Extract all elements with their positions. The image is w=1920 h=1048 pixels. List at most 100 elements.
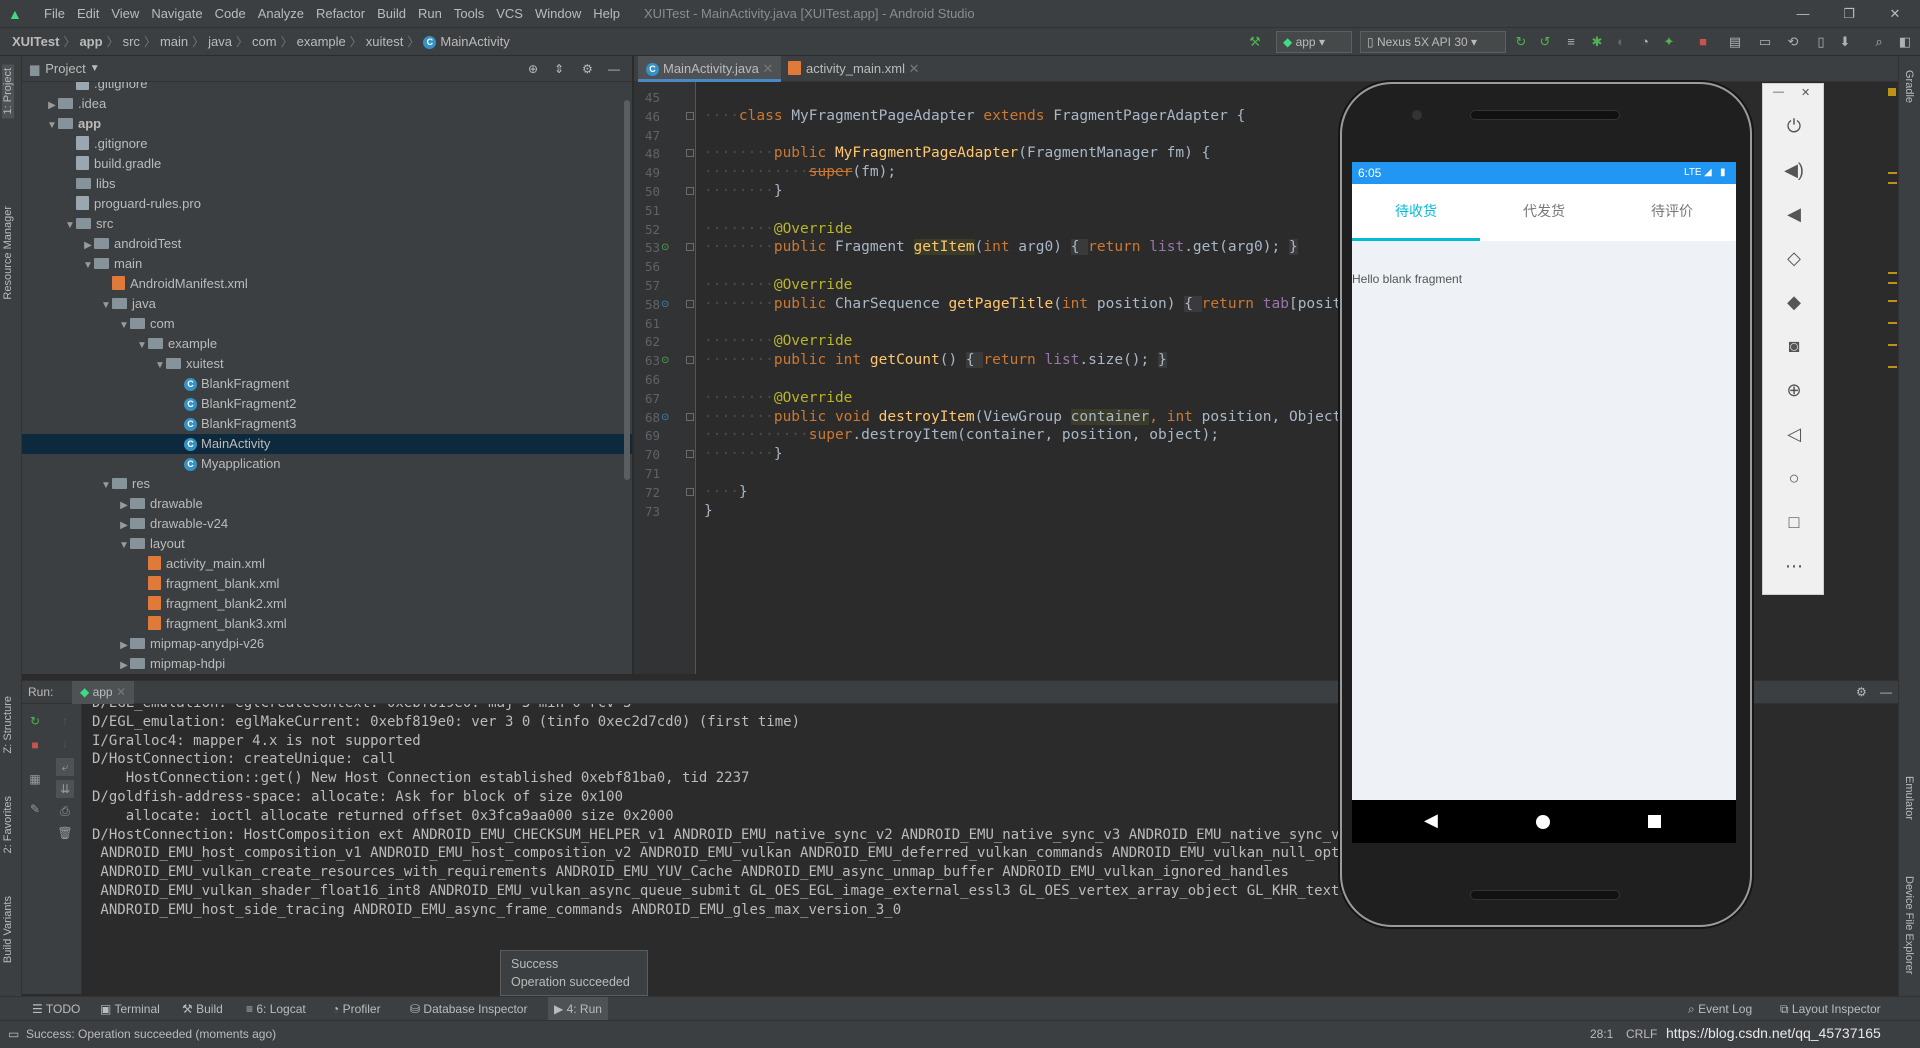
tree-item[interactable]: ▼ src — [22, 214, 632, 234]
tree-item[interactable]: ▼ com — [22, 314, 632, 334]
chevron-down-icon[interactable]: ▼ — [136, 336, 148, 356]
volume-down-icon[interactable]: ◀ — [1778, 198, 1810, 230]
chevron-down-icon[interactable]: ▼ — [100, 296, 112, 316]
close-tab-icon[interactable]: ✕ — [909, 61, 920, 76]
tree-item[interactable]: ▼ res — [22, 474, 632, 494]
home-icon[interactable] — [1536, 815, 1550, 829]
chevron-right-icon[interactable]: ▶ — [118, 516, 130, 536]
apply-changes-icon[interactable]: ↺ — [1536, 33, 1554, 51]
power-icon[interactable]: ⏻ — [1778, 110, 1810, 142]
chevron-down-icon[interactable]: ▼ — [118, 316, 130, 336]
home-icon[interactable]: ○ — [1778, 462, 1810, 494]
tree-item[interactable]: ▶ mipmap-anydpi-v26 — [22, 634, 632, 654]
line-separator[interactable]: CRLF — [1626, 1027, 1657, 1041]
menu-analyze[interactable]: Analyze — [252, 6, 310, 21]
caret-position[interactable]: 28:1 — [1590, 1027, 1613, 1041]
chevron-down-icon[interactable]: ▼ — [100, 476, 112, 496]
menu-refactor[interactable]: Refactor — [310, 6, 371, 21]
tree-item[interactable]: C BlankFragment2 — [22, 394, 632, 414]
chevron-right-icon[interactable]: ▶ — [46, 96, 58, 116]
menu-navigate[interactable]: Navigate — [145, 6, 208, 21]
fold-marker-icon[interactable] — [686, 299, 694, 308]
debug-attach-icon[interactable]: ✦ — [1660, 33, 1678, 51]
back-icon[interactable]: ◀ — [1424, 810, 1438, 831]
apply-code-changes-icon[interactable]: ≡ — [1562, 33, 1580, 51]
back-icon[interactable]: ◁ — [1778, 418, 1810, 450]
tree-item[interactable]: .gitignore — [22, 134, 632, 154]
marker[interactable] — [1888, 322, 1897, 324]
sdk-manager-icon[interactable]: ⬇ — [1836, 33, 1854, 51]
fold-marker-icon[interactable] — [686, 149, 694, 158]
chevron-right-icon[interactable]: ▶ — [82, 236, 94, 256]
screenshot-icon[interactable]: ◙ — [1778, 330, 1810, 362]
gradle-tab[interactable]: Gradle — [1903, 70, 1915, 103]
tree-item[interactable]: libs — [22, 174, 632, 194]
profiler-tab[interactable]: ◔ Profiler — [332, 997, 381, 1021]
chevron-down-icon[interactable]: ▼ — [118, 536, 130, 556]
override-marker-icon[interactable]: ⊙ — [661, 236, 669, 259]
chevron-right-icon[interactable]: ▶ — [118, 656, 130, 674]
tree-item[interactable]: .gitignore — [22, 82, 632, 94]
phone-screen[interactable]: Hello blank fragment — [1352, 162, 1736, 843]
hammer-build-icon[interactable]: ⚒ — [1246, 33, 1264, 51]
menu-edit[interactable]: Edit — [71, 6, 105, 21]
fold-marker-icon[interactable] — [686, 450, 694, 459]
profile-icon[interactable]: ◔ — [1636, 33, 1654, 51]
marker[interactable] — [1888, 282, 1897, 284]
hide-icon[interactable]: — — [1880, 685, 1892, 699]
tree-item[interactable]: fragment_blank.xml — [22, 574, 632, 594]
project-structure-icon[interactable]: ▤ — [1726, 33, 1744, 51]
chevron-right-icon[interactable]: ▶ — [118, 636, 130, 656]
event-log-tab[interactable]: ⌕ Event Log — [1688, 997, 1752, 1021]
project-scrollbar[interactable] — [624, 100, 630, 480]
breadcrumb-xuitest[interactable]: xuitest — [362, 34, 408, 49]
success-notification[interactable]: Success Operation succeeded — [500, 950, 648, 996]
close-icon[interactable]: ✕ — [1872, 0, 1918, 28]
tree-item[interactable]: fragment_blank3.xml — [22, 614, 632, 634]
favorites-tab[interactable]: 2: Favorites — [2, 796, 14, 853]
zoom-icon[interactable]: ⊕ — [1778, 374, 1810, 406]
tree-item[interactable]: proguard-rules.pro — [22, 194, 632, 214]
tree-item[interactable]: ▼ main — [22, 254, 632, 274]
recents-icon[interactable] — [1648, 815, 1661, 828]
breadcrumb-project[interactable]: XUITest — [8, 34, 63, 49]
breadcrumb-java[interactable]: java — [204, 34, 236, 49]
marker[interactable] — [1888, 172, 1897, 174]
menu-view[interactable]: View — [105, 6, 145, 21]
override-marker-icon[interactable]: ⊙ — [661, 406, 669, 429]
tree-item[interactable]: ▶ androidTest — [22, 234, 632, 254]
project-tool-tab[interactable]: 1: Project — [2, 64, 14, 119]
tree-item[interactable]: C Myapplication — [22, 454, 632, 474]
tab-pending-shipment[interactable]: 代发货 — [1480, 184, 1608, 241]
status-message[interactable]: Success: Operation succeeded (moments ag… — [26, 1027, 276, 1041]
device-select[interactable]: ▯ Nexus 5X API 30 ▾ — [1360, 31, 1506, 53]
logcat-tab[interactable]: ≡ 6: Logcat — [246, 997, 306, 1021]
down-arrow-icon[interactable]: ↓ — [56, 734, 74, 752]
android-assistant-icon[interactable]: ◧ — [1896, 33, 1914, 51]
rerun-icon[interactable]: ↻ — [26, 712, 44, 730]
layout-icon[interactable]: ▭ — [1756, 33, 1774, 51]
marker[interactable] — [1888, 300, 1897, 302]
fold-marker-icon[interactable] — [686, 111, 694, 120]
chevron-down-icon[interactable]: ▼ — [46, 116, 58, 136]
tree-item[interactable]: ▶ mipmap-hdpi — [22, 654, 632, 674]
breadcrumb-src[interactable]: src — [119, 34, 144, 49]
sync-icon[interactable]: ⟲ — [1784, 33, 1802, 51]
chevron-down-icon[interactable]: ▼ — [82, 256, 94, 276]
rerun-icon[interactable]: ↻ — [1512, 33, 1530, 51]
marker[interactable] — [1888, 182, 1897, 184]
fold-marker-icon[interactable] — [686, 487, 694, 496]
hide-icon[interactable]: — — [608, 62, 620, 76]
todo-tab[interactable]: ☰ TODO — [32, 997, 80, 1021]
tree-item[interactable]: ▶ drawable-v24 — [22, 514, 632, 534]
collapse-all-icon[interactable]: ⇕ — [554, 62, 564, 76]
menu-help[interactable]: Help — [587, 6, 626, 21]
status-icon[interactable]: ▭ — [8, 1027, 19, 1041]
tree-item[interactable]: ▶ drawable — [22, 494, 632, 514]
emulator-tab[interactable]: Emulator — [1903, 776, 1915, 820]
tree-item[interactable]: ▼ layout — [22, 534, 632, 554]
layout-inspector-tab[interactable]: ⧉ Layout Inspector — [1780, 997, 1881, 1021]
menu-build[interactable]: Build — [371, 6, 412, 21]
breadcrumb-module[interactable]: app — [75, 34, 106, 49]
tree-item[interactable]: ▼ example — [22, 334, 632, 354]
